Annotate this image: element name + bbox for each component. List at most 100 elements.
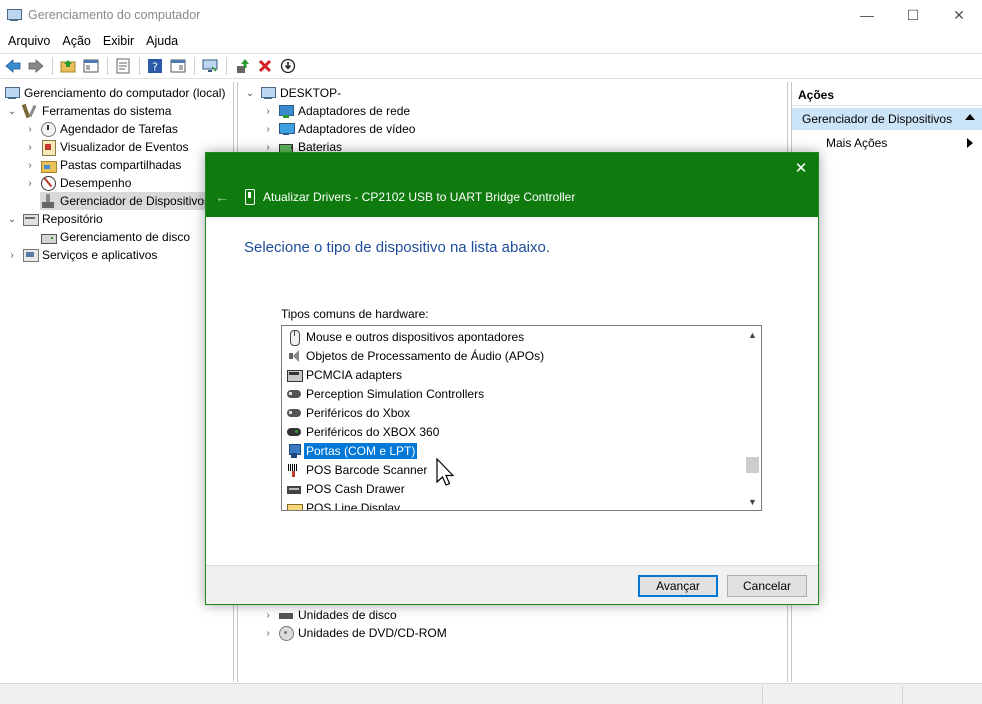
console-tree: Gerenciamento do computador (local) ⌄ Fe…: [0, 82, 234, 682]
storage-icon: [22, 211, 39, 227]
monitor-icon[interactable]: [199, 55, 221, 77]
hardware-types-list[interactable]: Mouse e outros dispositivos apontadores …: [281, 325, 762, 511]
properties-icon[interactable]: [112, 55, 134, 77]
chevron-right-icon[interactable]: ›: [262, 123, 274, 135]
tree-item-services-apps[interactable]: › Serviços e aplicativos: [6, 246, 157, 264]
tree-item-storage[interactable]: ⌄ Repositório: [6, 210, 103, 228]
chevron-down-icon[interactable]: ⌄: [244, 87, 256, 99]
menu-ajuda[interactable]: Ajuda: [140, 34, 184, 48]
chevron-right-icon[interactable]: ›: [24, 123, 36, 135]
xbox-controller-icon: [286, 424, 302, 440]
tree-item-system-tools[interactable]: ⌄ Ferramentas do sistema: [6, 102, 172, 120]
tree-item-disk-management[interactable]: Gerenciamento de disco: [40, 228, 190, 246]
actions-pane: Ações Gerenciador de Dispositivos Mais A…: [791, 82, 982, 682]
submenu-arrow-icon: [967, 138, 973, 148]
chevron-down-icon[interactable]: ⌄: [6, 213, 18, 225]
up-folder-icon[interactable]: [57, 55, 79, 77]
tree-item-label: Gerenciamento de disco: [60, 230, 191, 244]
device-category[interactable]: › Unidades de DVD/CD-ROM: [262, 624, 447, 642]
list-item[interactable]: Periféricos do XBOX 360: [286, 423, 441, 441]
toolbar-separator: [107, 57, 108, 75]
tree-item-event-viewer[interactable]: › Visualizador de Eventos: [24, 138, 189, 156]
close-button[interactable]: ✕: [936, 0, 982, 30]
list-item-label: Mouse e outros dispositivos apontadores: [306, 330, 525, 344]
tree-item-label: Ferramentas do sistema: [42, 104, 172, 118]
device-category[interactable]: › Unidades de disco: [262, 606, 396, 624]
back-arrow-icon[interactable]: ←: [215, 189, 229, 205]
list-item[interactable]: POS Line Display: [286, 499, 402, 510]
collapse-up-icon[interactable]: [965, 114, 975, 120]
scroll-down-icon[interactable]: ▼: [744, 493, 761, 510]
scrollbar-thumb[interactable]: [746, 457, 759, 473]
cancel-button[interactable]: Cancelar: [727, 575, 807, 597]
list-item[interactable]: Periféricos do Xbox: [286, 404, 412, 422]
minimize-button[interactable]: —: [844, 0, 890, 30]
chevron-right-icon[interactable]: ›: [262, 105, 274, 117]
list-item[interactable]: PCMCIA adapters: [286, 366, 404, 384]
list-item[interactable]: POS Cash Drawer: [286, 480, 407, 498]
list-item-selected[interactable]: Portas (COM e LPT): [286, 442, 419, 460]
dialog-close-button[interactable]: ✕: [794, 160, 808, 177]
tree-item-performance[interactable]: › Desempenho: [24, 174, 131, 192]
computer-icon: [260, 85, 276, 101]
dvd-drive-icon: [278, 625, 294, 641]
tree-item-label: Visualizador de Eventos: [60, 140, 189, 154]
chevron-right-icon[interactable]: ›: [24, 159, 36, 171]
tree-item-label: Pastas compartilhadas: [60, 158, 182, 172]
chevron-right-icon[interactable]: ›: [6, 249, 18, 261]
device-category[interactable]: › Adaptadores de vídeo: [262, 120, 415, 138]
shared-folder-icon: [40, 157, 57, 173]
dialog-heading: Selecione o tipo de dispositivo na lista…: [244, 239, 551, 256]
forward-arrow-icon[interactable]: [25, 55, 47, 77]
toolbar-separator: [52, 57, 53, 75]
scroll-up-icon[interactable]: ▲: [744, 326, 761, 343]
list-item[interactable]: Perception Simulation Controllers: [286, 385, 486, 403]
list-item-label: POS Barcode Scanner: [306, 463, 428, 477]
uninstall-icon[interactable]: [254, 55, 276, 77]
tree-item-shared-folders[interactable]: › Pastas compartilhadas: [24, 156, 181, 174]
dialog-header: ✕ ← Atualizar Drivers - CP2102 USB to UA…: [206, 153, 818, 217]
show-hide-tree-icon[interactable]: [80, 55, 102, 77]
toolbar-separator: [194, 57, 195, 75]
disable-icon[interactable]: [277, 55, 299, 77]
toolbar-separator: [139, 57, 140, 75]
chevron-right-icon[interactable]: ›: [262, 627, 274, 639]
tree-item-task-scheduler[interactable]: › Agendador de Tarefas: [24, 120, 178, 138]
list-item-label: POS Cash Drawer: [306, 482, 405, 496]
list-scrollbar[interactable]: ▲ ▼: [744, 326, 761, 510]
list-item[interactable]: Objetos de Processamento de Áudio (APOs): [286, 347, 546, 365]
more-actions-item[interactable]: Mais Ações: [792, 132, 982, 154]
chevron-right-icon[interactable]: ›: [24, 141, 36, 153]
audio-icon: [286, 348, 302, 364]
device-category-label: Unidades de DVD/CD-ROM: [298, 626, 447, 640]
device-root-label: DESKTOP-: [280, 86, 342, 100]
actions-section-device-manager[interactable]: Gerenciador de Dispositivos: [792, 108, 982, 130]
status-separator: [902, 686, 903, 703]
tree-item-computer-management[interactable]: Gerenciamento do computador (local): [4, 84, 225, 102]
chevron-right-icon[interactable]: ›: [262, 609, 274, 621]
menu-arquivo[interactable]: Arquivo: [2, 34, 56, 48]
svg-text:?: ?: [152, 61, 158, 74]
back-arrow-icon[interactable]: [2, 55, 24, 77]
chevron-right-icon[interactable]: ›: [24, 177, 36, 189]
chevron-down-icon[interactable]: ⌄: [6, 105, 18, 117]
device-root[interactable]: ⌄ DESKTOP-: [244, 84, 341, 102]
menu-acao[interactable]: Ação: [56, 34, 97, 48]
help-icon[interactable]: ?: [144, 55, 166, 77]
maximize-button[interactable]: ☐: [890, 0, 936, 30]
device-category[interactable]: › Adaptadores de rede: [262, 102, 410, 120]
event-viewer-icon: [40, 139, 56, 156]
title-bar: Gerenciamento do computador — ☐ ✕: [0, 0, 982, 30]
list-item[interactable]: Mouse e outros dispositivos apontadores: [286, 328, 526, 346]
menu-exibir[interactable]: Exibir: [97, 34, 140, 48]
device-category-label: Adaptadores de rede: [298, 104, 411, 118]
performance-icon: [40, 175, 56, 191]
update-driver-icon[interactable]: [231, 55, 253, 77]
next-button[interactable]: Avançar: [638, 575, 718, 597]
list-item[interactable]: POS Barcode Scanner: [286, 461, 429, 479]
clock-icon: [40, 121, 56, 137]
tree-item-label: Desempenho: [60, 176, 132, 190]
gamepad-icon: [286, 405, 302, 421]
computer-icon: [4, 85, 20, 101]
help-topic-icon[interactable]: [167, 55, 189, 77]
